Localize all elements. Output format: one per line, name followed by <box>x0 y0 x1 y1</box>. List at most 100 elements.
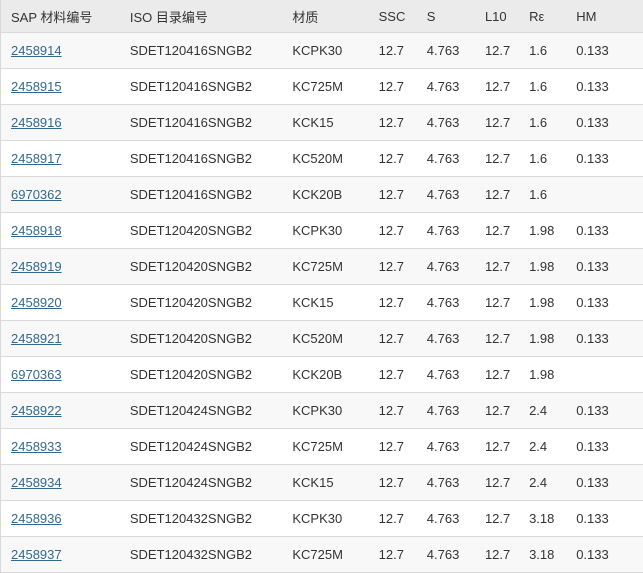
column-header-iso: ISO 目录编号 <box>120 0 283 33</box>
table-row: 2458921SDET120420SNGB2KC520M12.74.76312.… <box>1 321 643 357</box>
sap-material-link[interactable]: 2458914 <box>11 43 62 58</box>
cell-iso: SDET120416SNGB2 <box>120 177 283 213</box>
cell-ssc: 12.7 <box>369 537 417 573</box>
cell-material: KCK15 <box>282 105 368 141</box>
cell-hm: 0.133 <box>566 393 643 429</box>
cell-material: KCPK30 <box>282 213 368 249</box>
table-header: SAP 材料编号 ISO 目录编号 材质 SSC S L10 Rε HM <box>1 0 643 33</box>
cell-sap: 2458918 <box>1 213 120 249</box>
cell-l10: 12.7 <box>475 501 519 537</box>
column-header-l10: L10 <box>475 0 519 33</box>
cell-ssc: 12.7 <box>369 105 417 141</box>
cell-hm: 0.133 <box>566 537 643 573</box>
table-row: 2458919SDET120420SNGB2KC725M12.74.76312.… <box>1 249 643 285</box>
cell-l10: 12.7 <box>475 537 519 573</box>
cell-iso: SDET120424SNGB2 <box>120 465 283 501</box>
sap-material-link[interactable]: 2458937 <box>11 547 62 562</box>
cell-re: 1.6 <box>519 177 566 213</box>
cell-material: KC520M <box>282 321 368 357</box>
cell-hm: 0.133 <box>566 33 643 69</box>
cell-sap: 2458915 <box>1 69 120 105</box>
cell-re: 1.98 <box>519 285 566 321</box>
table-row: 2458917SDET120416SNGB2KC520M12.74.76312.… <box>1 141 643 177</box>
cell-iso: SDET120420SNGB2 <box>120 213 283 249</box>
sap-material-link[interactable]: 6970363 <box>11 367 62 382</box>
cell-re: 1.98 <box>519 213 566 249</box>
table-row: 2458922SDET120424SNGB2KCPK3012.74.76312.… <box>1 393 643 429</box>
cell-s: 4.763 <box>417 285 475 321</box>
cell-s: 4.763 <box>417 357 475 393</box>
cell-s: 4.763 <box>417 321 475 357</box>
sap-material-link[interactable]: 2458920 <box>11 295 62 310</box>
sap-material-link[interactable]: 2458918 <box>11 223 62 238</box>
column-header-s: S <box>417 0 475 33</box>
cell-re: 2.4 <box>519 465 566 501</box>
sap-material-link[interactable]: 2458936 <box>11 511 62 526</box>
cell-sap: 2458921 <box>1 321 120 357</box>
cell-l10: 12.7 <box>475 321 519 357</box>
sap-material-link[interactable]: 2458917 <box>11 151 62 166</box>
column-header-re: Rε <box>519 0 566 33</box>
column-header-ssc: SSC <box>369 0 417 33</box>
cell-ssc: 12.7 <box>369 249 417 285</box>
table-row: 2458934SDET120424SNGB2KCK1512.74.76312.7… <box>1 465 643 501</box>
cell-l10: 12.7 <box>475 285 519 321</box>
cell-ssc: 12.7 <box>369 393 417 429</box>
cell-material: KC520M <box>282 141 368 177</box>
cell-l10: 12.7 <box>475 249 519 285</box>
cell-sap: 2458920 <box>1 285 120 321</box>
cell-iso: SDET120420SNGB2 <box>120 285 283 321</box>
cell-material: KCPK30 <box>282 33 368 69</box>
cell-iso: SDET120432SNGB2 <box>120 537 283 573</box>
cell-ssc: 12.7 <box>369 285 417 321</box>
cell-l10: 12.7 <box>475 393 519 429</box>
cell-sap: 2458922 <box>1 393 120 429</box>
cell-l10: 12.7 <box>475 357 519 393</box>
cell-ssc: 12.7 <box>369 141 417 177</box>
cell-hm: 0.133 <box>566 213 643 249</box>
cell-hm <box>566 177 643 213</box>
cell-ssc: 12.7 <box>369 177 417 213</box>
sap-material-link[interactable]: 2458916 <box>11 115 62 130</box>
parts-table: SAP 材料编号 ISO 目录编号 材质 SSC S L10 Rε HM 245… <box>0 0 643 573</box>
cell-hm <box>566 357 643 393</box>
table-body: 2458914SDET120416SNGB2KCPK3012.74.76312.… <box>1 33 643 573</box>
cell-re: 1.98 <box>519 249 566 285</box>
cell-l10: 12.7 <box>475 429 519 465</box>
sap-material-link[interactable]: 2458934 <box>11 475 62 490</box>
cell-ssc: 12.7 <box>369 501 417 537</box>
sap-material-link[interactable]: 2458921 <box>11 331 62 346</box>
sap-material-link[interactable]: 2458933 <box>11 439 62 454</box>
cell-ssc: 12.7 <box>369 33 417 69</box>
sap-material-link[interactable]: 2458915 <box>11 79 62 94</box>
cell-hm: 0.133 <box>566 285 643 321</box>
cell-iso: SDET120416SNGB2 <box>120 33 283 69</box>
cell-ssc: 12.7 <box>369 69 417 105</box>
cell-sap: 2458933 <box>1 429 120 465</box>
header-row: SAP 材料编号 ISO 目录编号 材质 SSC S L10 Rε HM <box>1 0 643 33</box>
cell-sap: 2458936 <box>1 501 120 537</box>
cell-iso: SDET120416SNGB2 <box>120 105 283 141</box>
cell-sap: 2458916 <box>1 105 120 141</box>
cell-material: KCPK30 <box>282 393 368 429</box>
cell-sap: 6970362 <box>1 177 120 213</box>
cell-l10: 12.7 <box>475 177 519 213</box>
cell-re: 1.6 <box>519 69 566 105</box>
sap-material-link[interactable]: 6970362 <box>11 187 62 202</box>
cell-re: 1.6 <box>519 105 566 141</box>
cell-hm: 0.133 <box>566 501 643 537</box>
cell-sap: 2458914 <box>1 33 120 69</box>
sap-material-link[interactable]: 2458919 <box>11 259 62 274</box>
cell-material: KC725M <box>282 429 368 465</box>
cell-s: 4.763 <box>417 249 475 285</box>
sap-material-link[interactable]: 2458922 <box>11 403 62 418</box>
cell-s: 4.763 <box>417 105 475 141</box>
cell-re: 1.98 <box>519 321 566 357</box>
cell-sap: 2458919 <box>1 249 120 285</box>
cell-material: KC725M <box>282 69 368 105</box>
cell-iso: SDET120416SNGB2 <box>120 141 283 177</box>
cell-s: 4.763 <box>417 393 475 429</box>
cell-iso: SDET120424SNGB2 <box>120 429 283 465</box>
cell-hm: 0.133 <box>566 429 643 465</box>
table-row: 6970363SDET120420SNGB2KCK20B12.74.76312.… <box>1 357 643 393</box>
